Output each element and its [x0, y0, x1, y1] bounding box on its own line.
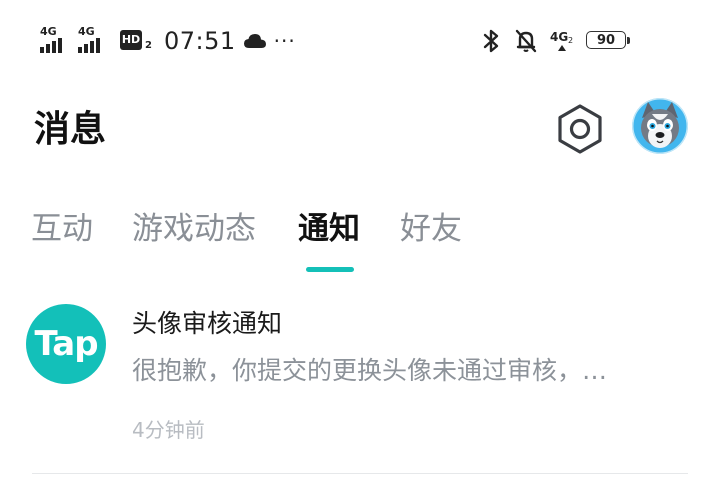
hexagon-gear-icon	[558, 104, 602, 154]
bluetooth-icon	[483, 29, 499, 53]
battery-icon: 90	[586, 31, 632, 51]
network-4g-icon: 4G 2	[550, 28, 576, 54]
status-bar-left: 4G 4G HD 2 07:51 ···	[40, 24, 296, 58]
avatar[interactable]	[632, 98, 688, 154]
tab-game-updates[interactable]: 游戏动态	[132, 205, 256, 253]
signal-label-2: 4G	[78, 25, 95, 38]
taptap-logo-icon: Tap	[26, 304, 106, 384]
mute-bell-icon	[515, 29, 537, 53]
network-label: 4G	[550, 30, 569, 44]
tab-interactions[interactable]: 互动	[31, 205, 93, 253]
notification-title: 头像审核通知	[132, 309, 283, 338]
notification-time: 4分钟前	[132, 418, 205, 442]
hd-label: HD	[120, 30, 142, 50]
tab-bar: 互动 游戏动态 通知 好友	[0, 205, 720, 277]
battery-level: 90	[586, 31, 626, 49]
tab-notifications[interactable]: 通知	[298, 205, 360, 253]
notification-item[interactable]: Tap 头像审核通知 很抱歉，你提交的更换头像未通过审核，… 4分钟前	[0, 290, 720, 470]
network-sub: 2	[568, 36, 574, 45]
status-bar-right: 4G 2 90	[482, 26, 632, 56]
tab-friends[interactable]: 好友	[400, 205, 462, 253]
signal-label: 4G	[40, 25, 57, 38]
cloud-icon	[243, 34, 266, 48]
more-notifications-icon: ···	[273, 29, 296, 53]
page-title: 消息	[34, 109, 107, 150]
settings-button[interactable]	[555, 103, 605, 155]
divider	[32, 473, 688, 474]
signal-icon-2: 4G	[78, 26, 112, 56]
hd-voice-icon: HD 2	[120, 28, 154, 54]
husky-avatar-icon	[632, 98, 688, 154]
signal-icon: 4G	[40, 26, 74, 56]
active-tab-indicator	[306, 267, 354, 272]
status-time: 07:51	[164, 27, 236, 55]
taptap-logo-text: Tap	[34, 324, 98, 364]
notification-body: 很抱歉，你提交的更换头像未通过审核，…	[132, 356, 608, 385]
hd-sub: 2	[145, 40, 152, 51]
status-bar: 4G 4G HD 2 07:51 ··· 4G 2 90	[0, 0, 720, 80]
